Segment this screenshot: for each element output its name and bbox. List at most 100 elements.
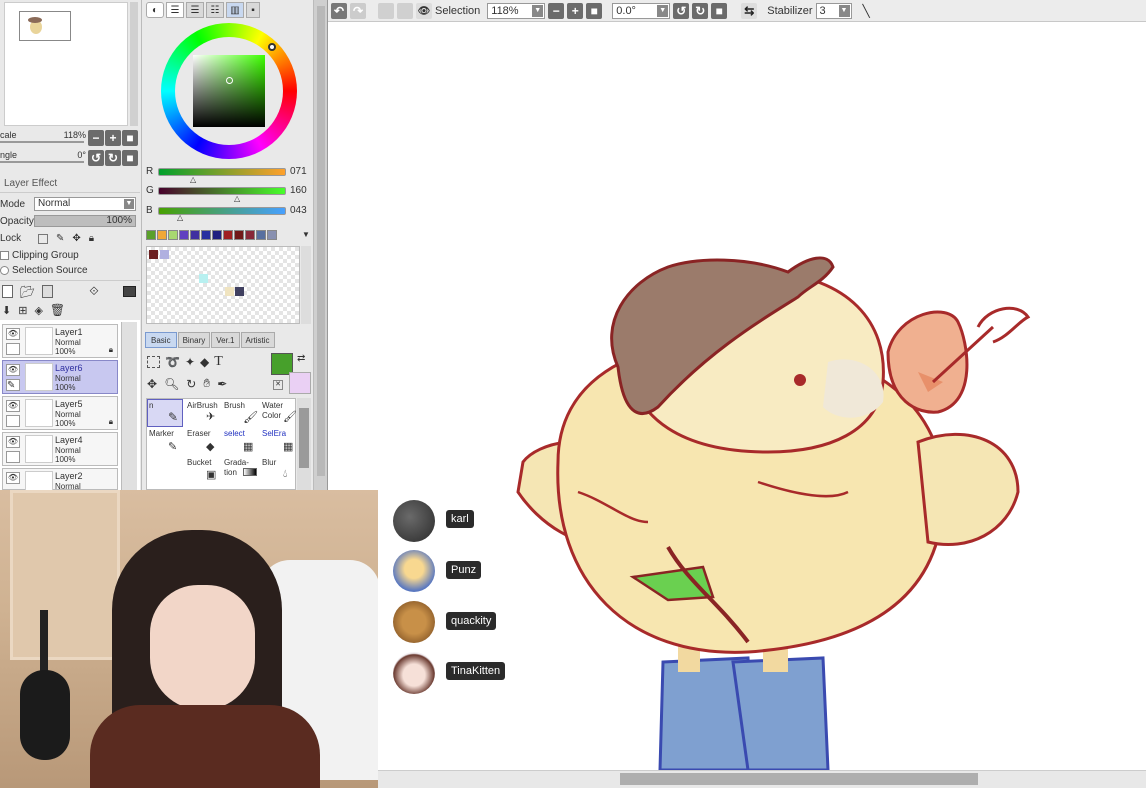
eye-icon[interactable]: 👁︎ bbox=[6, 328, 20, 340]
rect-select-icon[interactable] bbox=[147, 356, 160, 368]
swatch-cream[interactable] bbox=[225, 287, 234, 296]
color-mixer-tab[interactable]: ☷ bbox=[206, 2, 224, 18]
scrollbar-thumb[interactable] bbox=[620, 773, 978, 785]
merge-down-icon[interactable]: ⊞ bbox=[18, 304, 27, 317]
color-wheel-tab[interactable]: ◐ bbox=[146, 2, 164, 18]
rotation-select[interactable]: 0.0° ▼ bbox=[612, 3, 671, 19]
tool-label[interactable]: Grada- bbox=[224, 458, 249, 467]
layer-item[interactable]: 👁︎ Layer1 Normal 100% 🔒︎ bbox=[2, 324, 118, 358]
swatch-light-cyan[interactable] bbox=[199, 274, 208, 283]
canvas[interactable] bbox=[328, 22, 1146, 770]
rgb-slider-tab[interactable]: ☰ bbox=[166, 2, 184, 18]
r-slider[interactable] bbox=[158, 167, 286, 176]
navigator-scrollbar[interactable] bbox=[130, 2, 138, 126]
r-slider-thumb[interactable]: △ bbox=[190, 175, 196, 184]
canvas-horizontal-scrollbar[interactable] bbox=[378, 770, 1146, 788]
rotate-right-button[interactable]: ↻ bbox=[105, 150, 121, 166]
palette-swatch[interactable] bbox=[267, 230, 277, 240]
g-slider-thumb[interactable]: △ bbox=[234, 194, 240, 203]
zoom-in-button[interactable]: + bbox=[567, 3, 584, 19]
scale-slider[interactable] bbox=[0, 141, 84, 143]
undo-button[interactable]: ↶ bbox=[331, 3, 347, 19]
g-slider[interactable] bbox=[158, 186, 286, 195]
rotate-icon[interactable]: ↻ bbox=[186, 377, 196, 391]
tab-artistic[interactable]: Artistic bbox=[240, 332, 275, 348]
palette-swatch[interactable] bbox=[223, 230, 233, 240]
layer-mask-icon[interactable] bbox=[122, 286, 136, 297]
zoom-out-button[interactable]: − bbox=[88, 130, 104, 146]
layer-effect-icon[interactable]: ⟐ bbox=[89, 284, 98, 299]
zoom-icon[interactable]: 🔍︎ bbox=[164, 377, 179, 391]
lock-icon[interactable]: 🔒︎ bbox=[89, 233, 94, 244]
lock-move-icon[interactable]: ✥ bbox=[72, 233, 80, 244]
layer-list-scrollbar[interactable] bbox=[121, 322, 137, 490]
layer-sub-toggle[interactable] bbox=[6, 343, 20, 355]
magic-wand-icon[interactable]: ✦ bbox=[185, 355, 195, 369]
clear-layer-icon[interactable]: ◈ bbox=[34, 304, 42, 317]
zoom-fit-button[interactable]: ■ bbox=[586, 3, 603, 19]
palette-swatch[interactable] bbox=[179, 230, 189, 240]
tool-label[interactable]: Blur bbox=[262, 458, 276, 467]
eye-icon[interactable]: 👁︎ bbox=[6, 436, 20, 448]
navigator-preview[interactable] bbox=[4, 2, 128, 126]
b-slider-thumb[interactable]: △ bbox=[177, 213, 183, 222]
palette-swatch[interactable] bbox=[256, 230, 266, 240]
swap-colors-icon[interactable]: ⇄ bbox=[297, 353, 305, 364]
selection-source-checkbox[interactable] bbox=[0, 266, 9, 275]
hand-icon[interactable]: ✋︎ bbox=[203, 376, 210, 391]
zoom-select[interactable]: 118% ▼ bbox=[487, 3, 546, 19]
scratchpad[interactable] bbox=[146, 246, 300, 324]
transfer-down-icon[interactable]: ⬇ bbox=[2, 304, 11, 317]
new-layer-icon[interactable] bbox=[2, 285, 13, 298]
layer-item[interactable]: 👁︎ Layer5 Normal 100% 🔒︎ bbox=[2, 396, 118, 430]
secondary-color-swatch[interactable] bbox=[289, 372, 311, 394]
swatch-slate[interactable] bbox=[235, 287, 244, 296]
palette-swatch[interactable] bbox=[157, 230, 167, 240]
palette-swatch[interactable] bbox=[212, 230, 222, 240]
scratchpad-tab[interactable]: ▪ bbox=[246, 2, 260, 18]
color-wheel[interactable] bbox=[161, 23, 297, 159]
lock-transparency-icon[interactable] bbox=[38, 233, 48, 244]
tool-label[interactable]: Brush bbox=[224, 401, 245, 410]
tool-label[interactable]: AirBrush bbox=[187, 401, 218, 410]
deselect-button[interactable] bbox=[378, 3, 394, 19]
palette-swatch[interactable] bbox=[190, 230, 200, 240]
angle-slider[interactable] bbox=[0, 161, 84, 163]
panel-splitter[interactable] bbox=[314, 0, 328, 490]
palette-swatch[interactable] bbox=[168, 230, 178, 240]
tab-binary[interactable]: Binary bbox=[177, 332, 211, 348]
rotate-right-button[interactable]: ↻ bbox=[692, 3, 709, 19]
tool-label[interactable]: Marker bbox=[149, 429, 174, 438]
lock-pencil-icon[interactable]: ✎ bbox=[56, 233, 64, 244]
tool-label[interactable]: select bbox=[224, 429, 245, 438]
tab-basic[interactable]: Basic bbox=[145, 332, 177, 348]
layer-sub-toggle[interactable]: ✎ bbox=[6, 379, 20, 391]
move-icon[interactable]: ✥ bbox=[147, 377, 157, 391]
line-tool-icon[interactable]: ╲ bbox=[863, 4, 870, 18]
palette-swatch[interactable] bbox=[245, 230, 255, 240]
eyedropper-icon[interactable]: ✒ bbox=[217, 377, 227, 391]
scratchpad-scrollbar[interactable] bbox=[301, 246, 311, 324]
tool-label[interactable]: Water bbox=[262, 401, 283, 410]
rotate-reset-button[interactable]: ■ bbox=[122, 150, 138, 166]
layer-item[interactable]: 👁︎ Layer2 Normal bbox=[2, 468, 118, 491]
tool-label[interactable]: Bucket bbox=[187, 458, 211, 467]
eye-icon[interactable]: 👁︎ bbox=[6, 472, 20, 484]
stabilizer-select[interactable]: 3 ▼ bbox=[815, 3, 852, 19]
invert-selection-button[interactable] bbox=[397, 3, 413, 19]
layer-sub-toggle[interactable] bbox=[6, 415, 20, 427]
new-layer-set-icon[interactable]: 📂︎ bbox=[20, 285, 35, 299]
rotate-reset-button[interactable]: ■ bbox=[711, 3, 728, 19]
palette-swatch[interactable] bbox=[146, 230, 156, 240]
hsv-slider-tab[interactable]: ☰ bbox=[186, 2, 204, 18]
new-linework-layer-icon[interactable] bbox=[42, 285, 54, 298]
tool-label[interactable]: SelEra bbox=[262, 429, 286, 438]
zoom-out-button[interactable]: − bbox=[548, 3, 565, 19]
opacity-slider[interactable]: 100% bbox=[34, 215, 136, 227]
eye-icon[interactable]: 👁︎ bbox=[416, 3, 432, 19]
swatch-dark-red[interactable] bbox=[149, 250, 158, 259]
palette-swatch[interactable] bbox=[201, 230, 211, 240]
tool-grid-scrollbar[interactable] bbox=[297, 398, 311, 490]
rotate-left-button[interactable]: ↺ bbox=[673, 3, 690, 19]
tab-ver1[interactable]: Ver.1 bbox=[211, 332, 240, 348]
